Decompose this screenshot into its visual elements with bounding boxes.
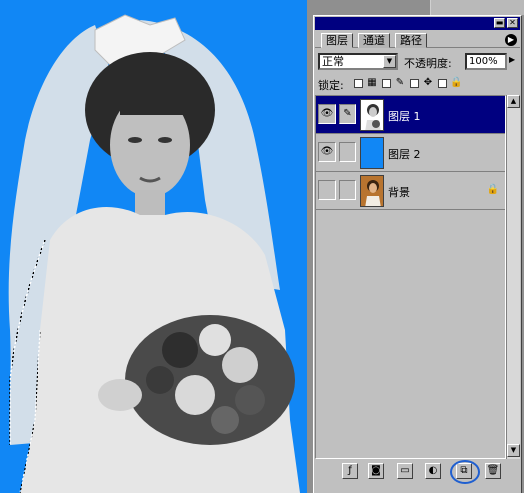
brush-slot[interactable]	[339, 142, 356, 162]
brush-icon: ✎	[395, 77, 405, 88]
palette-titlebar[interactable]: ▬ ✕	[315, 17, 520, 30]
brush-slot[interactable]	[339, 180, 356, 200]
trash-icon[interactable]: 🗑	[485, 463, 501, 479]
layer-row-background[interactable]: 背景 🔒	[316, 172, 505, 210]
lock-all-checkbox[interactable]	[438, 79, 447, 88]
palette-menu-icon[interactable]: ▶	[505, 34, 517, 46]
tab-channels[interactable]: 通道	[358, 33, 390, 48]
opacity-field[interactable]: 100%	[465, 53, 507, 70]
lock-position-checkbox[interactable]	[410, 79, 419, 88]
layer-row-1[interactable]: 👁 ✎ 图层 1	[316, 96, 505, 134]
layer-thumbnail	[360, 99, 384, 131]
document-canvas[interactable]	[0, 0, 307, 493]
minimize-button[interactable]: ▬	[494, 18, 505, 28]
chevron-down-icon[interactable]: ▼	[383, 55, 396, 68]
bride-image	[8, 14, 300, 493]
window-chrome	[430, 0, 524, 15]
layer-name: 背景	[388, 186, 410, 199]
layer-thumbnail	[360, 137, 384, 169]
opacity-label: 不透明度:	[404, 57, 452, 70]
layers-list: 👁 ✎ 图层 1 👁 图层 2 背景 🔒	[315, 95, 506, 459]
lock-icon: 🔒	[450, 77, 463, 88]
lock-transparency-checkbox[interactable]	[354, 79, 363, 88]
blend-row: 正常 ▼ 不透明度: 100% ▶	[318, 53, 518, 71]
bouquet	[125, 315, 295, 445]
blend-mode-select[interactable]: 正常 ▼	[318, 53, 398, 70]
layer-name: 图层 2	[388, 148, 421, 161]
highlight-ring	[450, 460, 480, 484]
lock-label: 锁定:	[318, 79, 344, 92]
lock-row: 锁定: ▦ ✎ ✥ 🔒	[318, 77, 518, 92]
move-icon: ✥	[423, 77, 433, 88]
transparency-icon: ▦	[367, 77, 377, 88]
palette-bottom-bar: ƒ ◙ ▭ ◐ ⧉ 🗑	[315, 460, 520, 484]
layer-mask-icon[interactable]: ◙	[368, 463, 384, 479]
lock-icon: 🔒	[486, 184, 499, 195]
layer-name: 图层 1	[388, 110, 421, 123]
layers-scrollbar[interactable]: ▲ ▼	[506, 95, 520, 459]
layers-palette: ▬ ✕ 图层 通道 路径 ▶ 正常 ▼ 不透明度: 100% ▶ 锁定: ▦ ✎…	[313, 15, 522, 493]
brush-icon[interactable]: ✎	[339, 104, 356, 124]
layer-style-icon[interactable]: ƒ	[342, 463, 358, 479]
lock-pixels-checkbox[interactable]	[382, 79, 391, 88]
new-set-icon[interactable]: ▭	[397, 463, 413, 479]
layer-thumbnail	[360, 175, 384, 207]
palette-tabs: 图层 通道 路径 ▶	[315, 32, 520, 48]
scroll-down-icon[interactable]: ▼	[507, 444, 520, 457]
opacity-slider-icon[interactable]: ▶	[509, 55, 515, 64]
blend-mode-value: 正常	[322, 55, 344, 68]
tab-layers[interactable]: 图层	[321, 33, 353, 48]
layer-row-2[interactable]: 👁 图层 2	[316, 134, 505, 172]
eye-icon[interactable]: 👁	[318, 104, 336, 124]
adjustment-layer-icon[interactable]: ◐	[425, 463, 441, 479]
tab-paths[interactable]: 路径	[395, 33, 427, 48]
eye-icon[interactable]: 👁	[318, 142, 336, 162]
eye-slot[interactable]	[318, 180, 336, 200]
close-button[interactable]: ✕	[507, 18, 518, 28]
scroll-up-icon[interactable]: ▲	[507, 95, 520, 108]
